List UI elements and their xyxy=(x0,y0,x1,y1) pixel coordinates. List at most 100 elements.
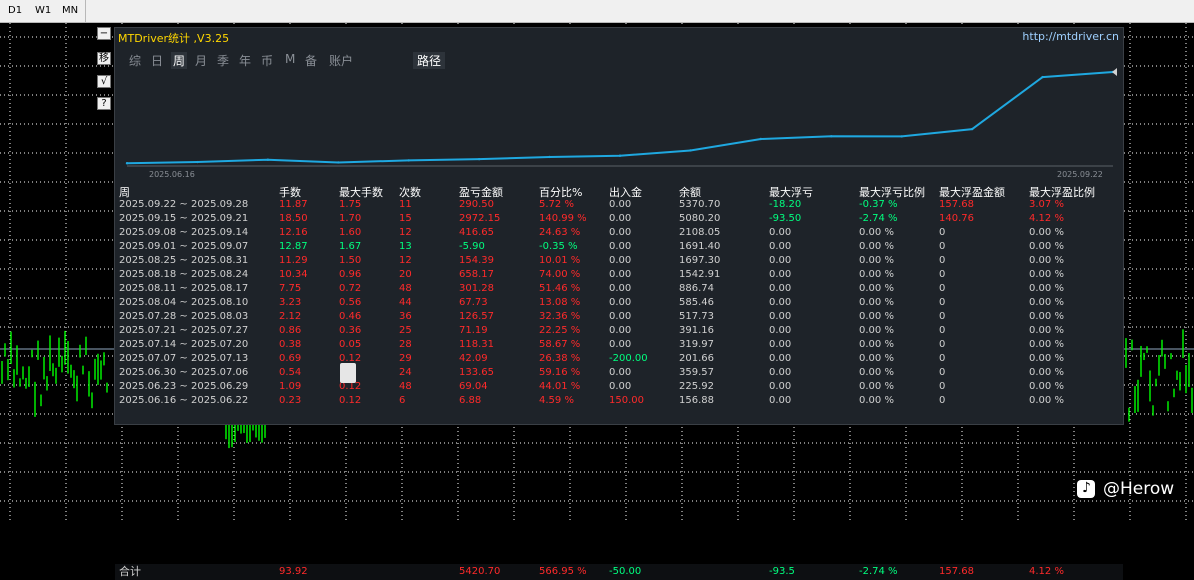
cursor-overlay xyxy=(340,363,356,383)
total-cell: 5420.70 xyxy=(459,566,501,577)
table-cell: 0.00 xyxy=(769,339,792,350)
table-row: 2025.08.04 ~ 2025.08.10 3.23 0.56 44 67.73 13… xyxy=(115,296,1123,310)
table-cell: 0.00 % xyxy=(1029,353,1064,364)
table-cell: 140.76 xyxy=(939,213,974,224)
table-cell: 0.00 % xyxy=(859,227,894,238)
chart-start-date: 2025.06.16 xyxy=(149,170,195,179)
table-cell: 3.23 xyxy=(279,297,302,308)
table-cell: 0.00 xyxy=(609,227,632,238)
table-cell: 0.00 xyxy=(769,241,792,252)
table-cell: -0.37 % xyxy=(859,199,898,210)
balance-series-line xyxy=(126,71,1114,165)
table-row: 2025.07.21 ~ 2025.07.27 0.86 0.36 25 71.19 22… xyxy=(115,324,1123,338)
table-cell: 24 xyxy=(399,367,412,378)
chart-end-marker-icon xyxy=(1112,68,1117,76)
table-cell: 6.88 xyxy=(459,395,482,406)
table-cell: 0 xyxy=(939,395,946,406)
table-cell: 1.50 xyxy=(339,255,362,266)
table-cell: 0.86 xyxy=(279,325,302,336)
table-cell: 74.00 % xyxy=(539,269,581,280)
douyin-icon: ♪ xyxy=(1077,480,1095,498)
table-cell: 0 xyxy=(939,339,946,350)
tab-backup[interactable]: 备 xyxy=(305,52,317,69)
table-cell: 0.00 % xyxy=(859,367,894,378)
table-cell: 0.36 xyxy=(339,325,362,336)
minimize-button[interactable]: − xyxy=(97,27,111,40)
table-cell: 0.00 % xyxy=(859,241,894,252)
table-cell: 0.00 xyxy=(609,199,632,210)
table-cell: 658.17 xyxy=(459,269,494,280)
table-cell: 0.54 xyxy=(279,367,302,378)
table-cell: 11.29 xyxy=(279,255,308,266)
tab-m[interactable]: M xyxy=(285,52,295,66)
table-cell: 0.00 % xyxy=(1029,395,1064,406)
balance-point xyxy=(407,159,410,162)
balance-chart: 2025.06.16 2025.09.22 xyxy=(125,68,1123,180)
table-cell: 5080.20 xyxy=(679,213,721,224)
sqrt-button[interactable]: √ xyxy=(97,75,111,88)
table-cell: 201.66 xyxy=(679,353,714,364)
panel-title: MTDriver统计 ,V3.25 xyxy=(118,32,230,45)
timeframe-d1-button[interactable]: D1 xyxy=(2,0,28,22)
table-cell: 0.00 % xyxy=(1029,311,1064,322)
tab-path[interactable]: 路径 xyxy=(413,52,446,69)
table-cell: 51.46 % xyxy=(539,283,581,294)
table-cell: 0.00 % xyxy=(859,325,894,336)
move-button[interactable]: 移 xyxy=(97,52,111,65)
table-cell: 0.00 xyxy=(769,353,792,364)
tab-month[interactable]: 月 xyxy=(195,52,207,69)
table-cell: 22.25 % xyxy=(539,325,581,336)
table-cell: 2025.07.28 ~ 2025.08.03 xyxy=(119,311,249,322)
timeframe-toolbar: D1 W1 MN xyxy=(0,0,1194,23)
tab-day[interactable]: 日 xyxy=(151,52,163,69)
table-row: 2025.08.18 ~ 2025.08.24 10.34 0.96 20 658.17… xyxy=(115,268,1123,282)
table-cell: 10.01 % xyxy=(539,255,581,266)
table-cell: 0 xyxy=(939,297,946,308)
table-cell: -5.90 xyxy=(459,241,485,252)
balance-point xyxy=(266,158,270,161)
table-cell: 0.00 xyxy=(609,311,632,322)
table-cell: 126.57 xyxy=(459,311,494,322)
tab-year[interactable]: 年 xyxy=(239,52,251,69)
balance-point xyxy=(1041,75,1044,79)
help-button[interactable]: ? xyxy=(97,97,111,110)
table-cell: 290.50 xyxy=(459,199,494,210)
tab-account[interactable]: 账户 xyxy=(329,52,353,69)
table-cell: 118.31 xyxy=(459,339,494,350)
table-cell: 0.00 xyxy=(609,381,632,392)
website-link[interactable]: http://mtdriver.cn xyxy=(1022,30,1119,43)
table-cell: 1697.30 xyxy=(679,255,721,266)
table-row: 2025.07.28 ~ 2025.08.03 2.12 0.46 36 126.57 3… xyxy=(115,310,1123,324)
table-cell: 0 xyxy=(939,283,946,294)
table-cell: 0.00 % xyxy=(859,311,894,322)
table-cell: 0.00 % xyxy=(859,353,894,364)
tab-week[interactable]: 周 xyxy=(171,52,188,69)
table-cell: 11.87 xyxy=(279,199,308,210)
column-header: 余额 xyxy=(679,186,701,199)
table-cell: 0.00 % xyxy=(1029,283,1064,294)
table-cell: 0 xyxy=(939,227,946,238)
table-cell: -93.50 xyxy=(769,213,802,224)
table-cell: 416.65 xyxy=(459,227,494,238)
table-cell: 0.00 % xyxy=(859,297,894,308)
tab-overview[interactable]: 综 xyxy=(129,52,141,69)
table-cell: 0.56 xyxy=(339,297,362,308)
table-cell: 11 xyxy=(399,199,412,210)
table-row: 2025.07.07 ~ 2025.07.13 0.69 0.12 29 42.09 26… xyxy=(115,352,1123,366)
table-row: 2025.06.30 ~ 2025.07.06 0.54 24 133.65 59.16… xyxy=(115,366,1123,380)
table-cell: 0.00 % xyxy=(859,381,894,392)
table-cell: 133.65 xyxy=(459,367,494,378)
table-cell: 12 xyxy=(399,227,412,238)
total-cell: -50.00 xyxy=(609,566,642,577)
timeframe-mn-button[interactable]: MN xyxy=(56,0,84,22)
tab-quarter[interactable]: 季 xyxy=(217,52,229,69)
tab-currency[interactable]: 币 xyxy=(261,52,273,69)
table-cell: 2025.07.14 ~ 2025.07.20 xyxy=(119,339,249,350)
table-row: 2025.07.14 ~ 2025.07.20 0.38 0.05 28 118.31 5… xyxy=(115,338,1123,352)
table-row: 2025.06.23 ~ 2025.06.29 1.09 0.12 48 69.04 44… xyxy=(115,380,1123,394)
table-cell: 0.00 xyxy=(609,269,632,280)
table-cell: 0 xyxy=(939,367,946,378)
column-header: 最大浮盈比例 xyxy=(1029,186,1095,199)
timeframe-w1-button[interactable]: W1 xyxy=(29,0,57,22)
table-cell: 28 xyxy=(399,339,412,350)
